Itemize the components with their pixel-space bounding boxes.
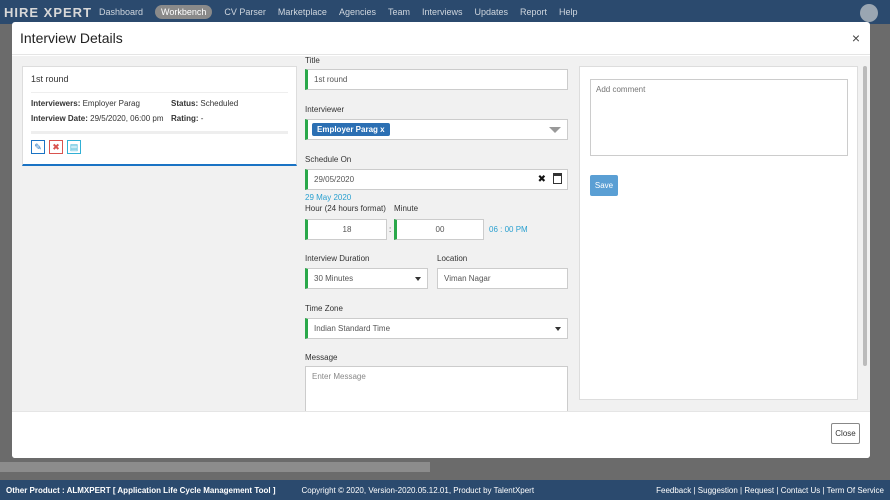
background-scrollbar — [0, 462, 430, 472]
interviewers-info: Interviewers: Employer Parag — [31, 99, 171, 108]
time-display: 06 : 00 PM — [489, 225, 528, 234]
edit-button[interactable]: ✎ — [31, 140, 45, 154]
schedule-date-input[interactable]: 29/05/2020 ✖ — [305, 169, 568, 190]
footer-link-request[interactable]: Request — [744, 486, 774, 495]
duration-select[interactable]: 30 Minutes — [305, 268, 428, 289]
close-icon[interactable]: × — [852, 30, 860, 46]
rating-value: - — [200, 114, 204, 123]
document-icon: ▤ — [69, 141, 79, 152]
document-button[interactable]: ▤ — [67, 140, 81, 154]
info-row-2: Interview Date: 29/5/2020, 06:00 pm Rati… — [31, 114, 288, 123]
nav-item-report[interactable]: Report — [520, 7, 547, 17]
remove-tag-icon[interactable]: x — [380, 125, 384, 134]
save-comment-button[interactable]: Save — [590, 175, 618, 196]
schedule-date-hint: 29 May 2020 — [305, 193, 352, 202]
duration-label: Interview Duration — [305, 254, 370, 263]
delete-x-icon: ✖ — [52, 141, 60, 152]
modal-scrollbar[interactable] — [863, 66, 867, 366]
interviewer-select[interactable]: Employer Parag x — [305, 119, 568, 140]
interview-details-modal: Interview Details × 1st round Interviewe… — [12, 22, 870, 458]
interview-form: Title 1st round Interviewer Employer Par… — [305, 56, 575, 411]
footer-link-term-of-service[interactable]: Term Of Service — [827, 486, 884, 495]
date-info: Interview Date: 29/5/2020, 06:00 pm — [31, 114, 171, 123]
minute-input[interactable]: 00 — [394, 219, 484, 240]
time-separator: : — [389, 225, 392, 234]
nav-item-agencies[interactable]: Agencies — [339, 7, 376, 17]
user-avatar[interactable] — [860, 4, 878, 22]
schedule-date-value: 29/05/2020 — [314, 175, 355, 184]
schedule-label: Schedule On — [305, 155, 352, 164]
interviewer-tag-label: Employer Parag — [317, 125, 378, 134]
duration-caret-icon — [415, 277, 421, 281]
nav-item-marketplace[interactable]: Marketplace — [278, 7, 327, 17]
footer-link-feedback[interactable]: Feedback — [656, 486, 691, 495]
title-input[interactable]: 1st round — [305, 69, 568, 90]
page-footer: Other Product : ALMXPERT [ Application L… — [0, 480, 890, 500]
pencil-icon: ✎ — [34, 141, 42, 152]
location-label: Location — [437, 254, 468, 263]
timezone-value: Indian Standard Time — [314, 324, 391, 333]
comment-panel: Save — [579, 66, 858, 400]
date-label: Interview Date: — [31, 114, 88, 123]
info-row-1: Interviewers: Employer Parag Status: Sch… — [31, 99, 288, 108]
location-input[interactable]: Viman Nagar — [437, 268, 568, 289]
footer-link-suggestion[interactable]: Suggestion — [698, 486, 738, 495]
nav-menu: Dashboard Workbench CV Parser Marketplace Ag… — [99, 5, 578, 19]
top-navigation: HIRE XPERT Dashboard Workbench CV Parser Ma… — [0, 0, 890, 24]
interview-summary-card: 1st round Interviewers: Employer Parag S… — [22, 66, 297, 166]
timezone-select[interactable]: Indian Standard Time — [305, 318, 568, 339]
nav-item-updates[interactable]: Updates — [475, 7, 509, 17]
dropdown-caret-icon — [549, 127, 561, 133]
status-info: Status: Scheduled — [171, 99, 238, 108]
rating-info: Rating: - — [171, 114, 203, 123]
hour-input[interactable]: 18 — [305, 219, 387, 240]
interviewer-label: Interviewer — [305, 105, 345, 114]
close-button[interactable]: Close — [831, 423, 860, 444]
rating-label: Rating: — [171, 114, 199, 123]
minute-label: Minute — [394, 204, 419, 213]
footer-link-contact-us[interactable]: Contact Us — [781, 486, 821, 495]
duration-value: 30 Minutes — [314, 274, 354, 283]
footer-links: Feedback | Suggestion | Request | Contac… — [656, 486, 884, 495]
nav-item-help[interactable]: Help — [559, 7, 578, 17]
message-label: Message — [305, 353, 338, 362]
round-title: 1st round — [31, 74, 288, 93]
status-value: Scheduled — [200, 99, 239, 108]
modal-title: Interview Details — [20, 30, 123, 46]
divider — [31, 131, 288, 134]
copyright-text: Copyright © 2020, Version-2020.05.12.01,… — [301, 485, 535, 495]
delete-button[interactable]: ✖ — [49, 140, 63, 154]
nav-item-workbench[interactable]: Workbench — [155, 5, 213, 19]
calendar-icon[interactable] — [553, 173, 562, 184]
app-logo: HIRE XPERT — [4, 4, 93, 20]
date-value: 29/5/2020, 06:00 pm — [90, 114, 164, 123]
modal-header: Interview Details × — [12, 22, 870, 55]
nav-item-interviews[interactable]: Interviews — [422, 7, 463, 17]
interviewers-value: Employer Parag — [82, 99, 140, 108]
clear-date-icon[interactable]: ✖ — [538, 174, 546, 185]
modal-body: 1st round Interviewers: Employer Parag S… — [12, 56, 870, 411]
nav-item-team[interactable]: Team — [388, 7, 410, 17]
interviewer-tag: Employer Parag x — [312, 123, 390, 136]
timezone-caret-icon — [555, 327, 561, 331]
comment-textarea[interactable] — [590, 79, 848, 156]
nav-item-dashboard[interactable]: Dashboard — [99, 7, 143, 17]
hour-label: Hour (24 hours format) — [305, 204, 386, 213]
message-textarea[interactable]: Enter Message — [305, 366, 568, 411]
modal-footer: Close — [12, 411, 870, 458]
status-label: Status: — [171, 99, 199, 108]
other-product-link[interactable]: Other Product : ALMXPERT [ Application L… — [6, 486, 276, 495]
action-buttons: ✎ ✖ ▤ — [31, 140, 288, 154]
nav-item-cv-parser[interactable]: CV Parser — [224, 7, 266, 17]
interviewers-label: Interviewers: — [31, 99, 81, 108]
title-label: Title — [305, 56, 320, 65]
timezone-label: Time Zone — [305, 304, 343, 313]
